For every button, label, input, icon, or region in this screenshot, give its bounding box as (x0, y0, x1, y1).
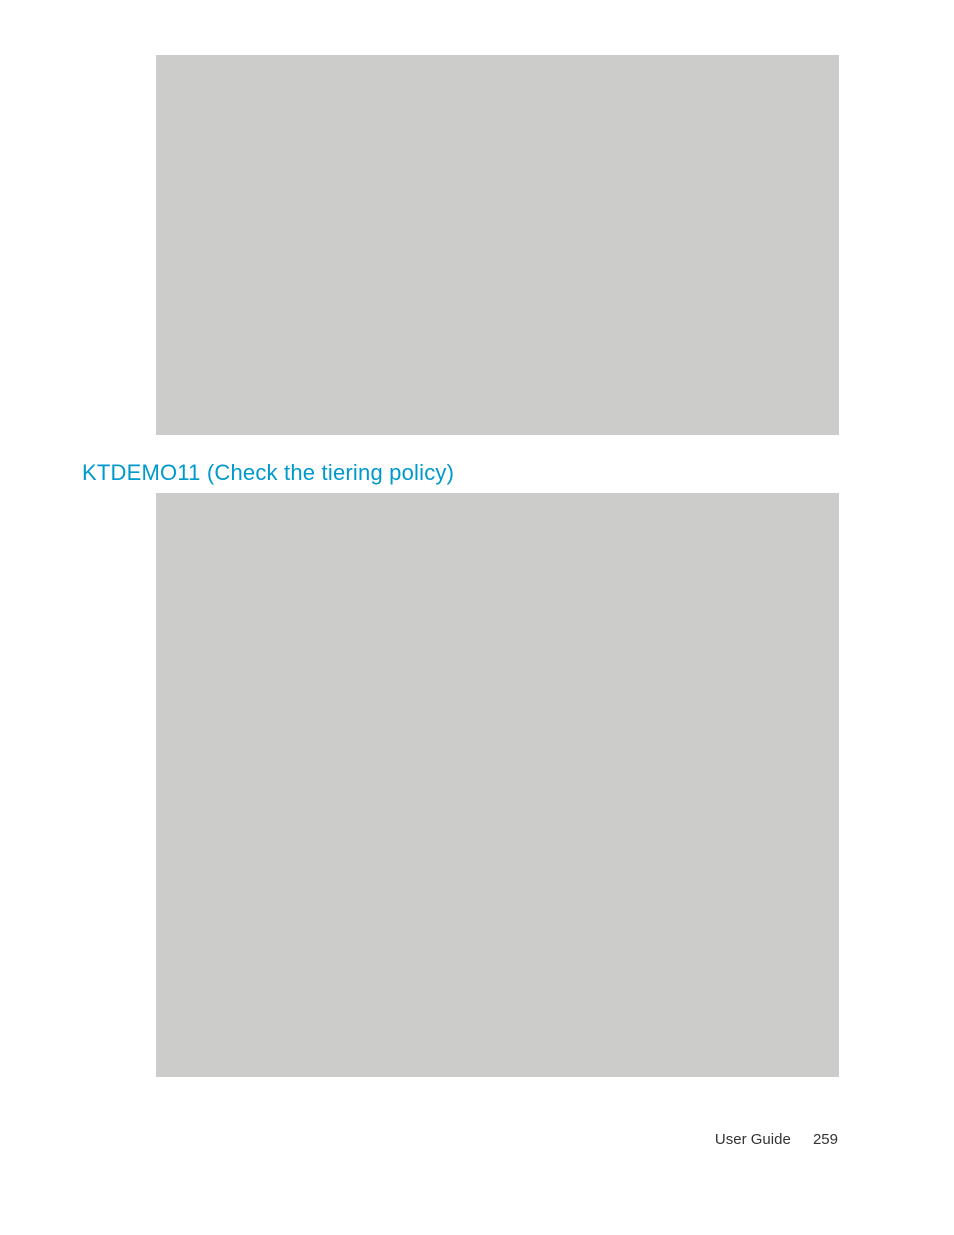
section-heading: KTDEMO11 (Check the tiering policy) (82, 460, 454, 486)
footer-label: User Guide (715, 1131, 791, 1148)
page-container: KTDEMO11 (Check the tiering policy) User… (0, 0, 954, 1235)
footer-page-number: 259 (813, 1131, 838, 1148)
figure-placeholder-top (156, 55, 839, 435)
figure-placeholder-bottom (156, 493, 839, 1077)
page-footer: User Guide 259 (715, 1131, 838, 1148)
